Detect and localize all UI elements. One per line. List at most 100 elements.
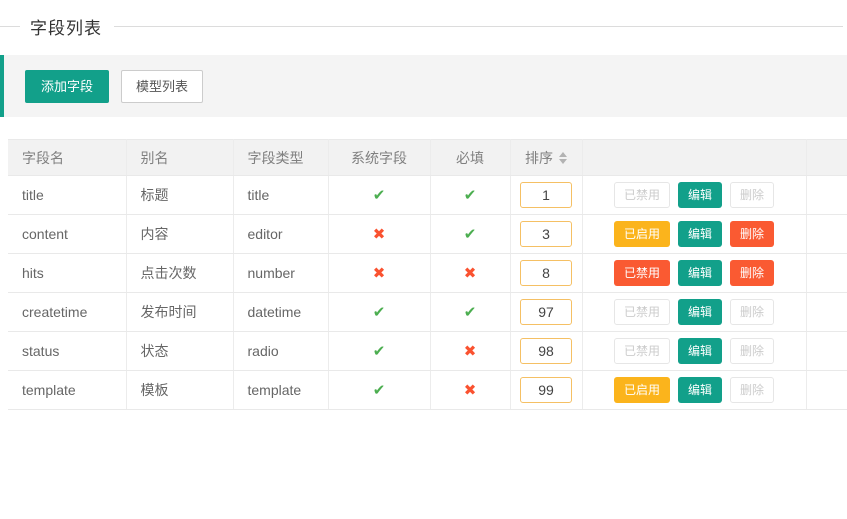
- cross-icon: ✖: [464, 382, 477, 399]
- cell-spacer: [806, 254, 847, 293]
- status-toggle-button[interactable]: 已启用: [614, 377, 670, 403]
- cell-field-name: hits: [8, 254, 126, 293]
- sort-input[interactable]: [520, 338, 572, 364]
- cell-alias: 发布时间: [126, 293, 233, 332]
- check-icon: ✔: [373, 304, 386, 321]
- sort-input[interactable]: [520, 377, 572, 403]
- check-icon: ✔: [464, 187, 477, 204]
- cell-field-name: template: [8, 371, 126, 410]
- sort-input[interactable]: [520, 221, 572, 247]
- cross-icon: ✖: [373, 265, 386, 282]
- table-row: title标题title ✔ ✔ 已禁用编辑删除: [8, 176, 847, 215]
- header-spacer: [806, 140, 847, 176]
- field-table: 字段名 别名 字段类型 系统字段 必填 排序 title标题title ✔ ✔ 已禁用…: [8, 139, 847, 410]
- header-alias: 别名: [126, 140, 233, 176]
- check-icon: ✔: [464, 304, 477, 321]
- check-icon: ✔: [373, 187, 386, 204]
- cell-sort: [510, 332, 582, 371]
- edit-button[interactable]: 编辑: [678, 221, 722, 247]
- cell-required: ✖: [430, 332, 510, 371]
- caret-down-icon: [559, 159, 567, 164]
- toolbar-accent-bar: [0, 55, 4, 117]
- delete-button[interactable]: 删除: [730, 260, 774, 286]
- edit-button[interactable]: 编辑: [678, 260, 722, 286]
- delete-button: 删除: [730, 182, 774, 208]
- delete-button: 删除: [730, 299, 774, 325]
- cell-field-name: status: [8, 332, 126, 371]
- status-toggle-button: 已禁用: [614, 338, 670, 364]
- sort-input[interactable]: [520, 182, 572, 208]
- edit-button[interactable]: 编辑: [678, 377, 722, 403]
- cell-alias: 状态: [126, 332, 233, 371]
- cell-spacer: [806, 215, 847, 254]
- delete-button: 删除: [730, 338, 774, 364]
- cell-spacer: [806, 332, 847, 371]
- status-toggle-button: 已禁用: [614, 299, 670, 325]
- cross-icon: ✖: [373, 226, 386, 243]
- sort-toggle-icon[interactable]: [559, 152, 567, 164]
- header-required: 必填: [430, 140, 510, 176]
- page-header: 字段列表: [0, 0, 847, 38]
- title-divider-left: [0, 26, 20, 27]
- cell-system-field: ✖: [328, 215, 430, 254]
- table-row: status状态radio✔✖已禁用编辑删除: [8, 332, 847, 371]
- status-toggle-button: 已禁用: [614, 182, 670, 208]
- cell-spacer: [806, 176, 847, 215]
- cross-icon: ✖: [464, 265, 477, 282]
- add-field-button[interactable]: 添加字段: [25, 70, 109, 103]
- cell-required: ✔: [430, 215, 510, 254]
- header-system-field: 系统字段: [328, 140, 430, 176]
- cell-sort: [510, 176, 582, 215]
- table-header-row: 字段名 别名 字段类型 系统字段 必填 排序: [8, 140, 847, 176]
- cell-field-name: title: [8, 176, 126, 215]
- cell-alias: 模板: [126, 371, 233, 410]
- cell-spacer: [806, 293, 847, 332]
- cell-required: ✔: [430, 293, 510, 332]
- cell-actions: 已禁用编辑删除: [582, 293, 806, 332]
- cell-field-type: number: [233, 254, 328, 293]
- cell-field-type: editor: [233, 215, 328, 254]
- edit-button[interactable]: 编辑: [678, 338, 722, 364]
- delete-button: 删除: [730, 377, 774, 403]
- cell-required: ✔: [430, 176, 510, 215]
- cell-system-field: ✔: [328, 371, 430, 410]
- header-sort: 排序: [510, 140, 582, 176]
- cell-required: ✖: [430, 254, 510, 293]
- status-toggle-button[interactable]: 已启用: [614, 221, 670, 247]
- table-row: template模板template ✔ ✖ 已启用编辑删除: [8, 371, 847, 410]
- cell-spacer: [806, 371, 847, 410]
- edit-button[interactable]: 编辑: [678, 182, 722, 208]
- header-field-type: 字段类型: [233, 140, 328, 176]
- table-row: hits点击次数number ✖ ✖ 已禁用编辑删除: [8, 254, 847, 293]
- caret-up-icon: [559, 152, 567, 157]
- cell-system-field: ✖: [328, 254, 430, 293]
- cell-actions: 已禁用编辑删除: [582, 254, 806, 293]
- cell-field-type: title: [233, 176, 328, 215]
- cell-field-name: createtime: [8, 293, 126, 332]
- toolbar: 添加字段 模型列表: [0, 55, 847, 117]
- cell-field-type: template: [233, 371, 328, 410]
- cell-field-type: radio: [233, 332, 328, 371]
- cell-actions: 已禁用编辑删除: [582, 176, 806, 215]
- cell-alias: 标题: [126, 176, 233, 215]
- cell-system-field: ✔: [328, 293, 430, 332]
- header-sort-label: 排序: [525, 148, 553, 168]
- cell-system-field: ✔: [328, 176, 430, 215]
- title-divider-right: [114, 26, 843, 27]
- cell-sort: [510, 371, 582, 410]
- status-toggle-button[interactable]: 已禁用: [614, 260, 670, 286]
- table-row: createtime发布时间datetime ✔ ✔ 已禁用编辑删除: [8, 293, 847, 332]
- cell-field-type: datetime: [233, 293, 328, 332]
- table-row: content内容editor✖✔已启用编辑删除: [8, 215, 847, 254]
- model-list-button[interactable]: 模型列表: [121, 70, 203, 103]
- cell-actions: 已禁用编辑删除: [582, 332, 806, 371]
- cell-required: ✖: [430, 371, 510, 410]
- cell-alias: 内容: [126, 215, 233, 254]
- edit-button[interactable]: 编辑: [678, 299, 722, 325]
- cross-icon: ✖: [464, 343, 477, 360]
- sort-input[interactable]: [520, 260, 572, 286]
- sort-input[interactable]: [520, 299, 572, 325]
- cell-alias: 点击次数: [126, 254, 233, 293]
- check-icon: ✔: [373, 382, 386, 399]
- delete-button[interactable]: 删除: [730, 221, 774, 247]
